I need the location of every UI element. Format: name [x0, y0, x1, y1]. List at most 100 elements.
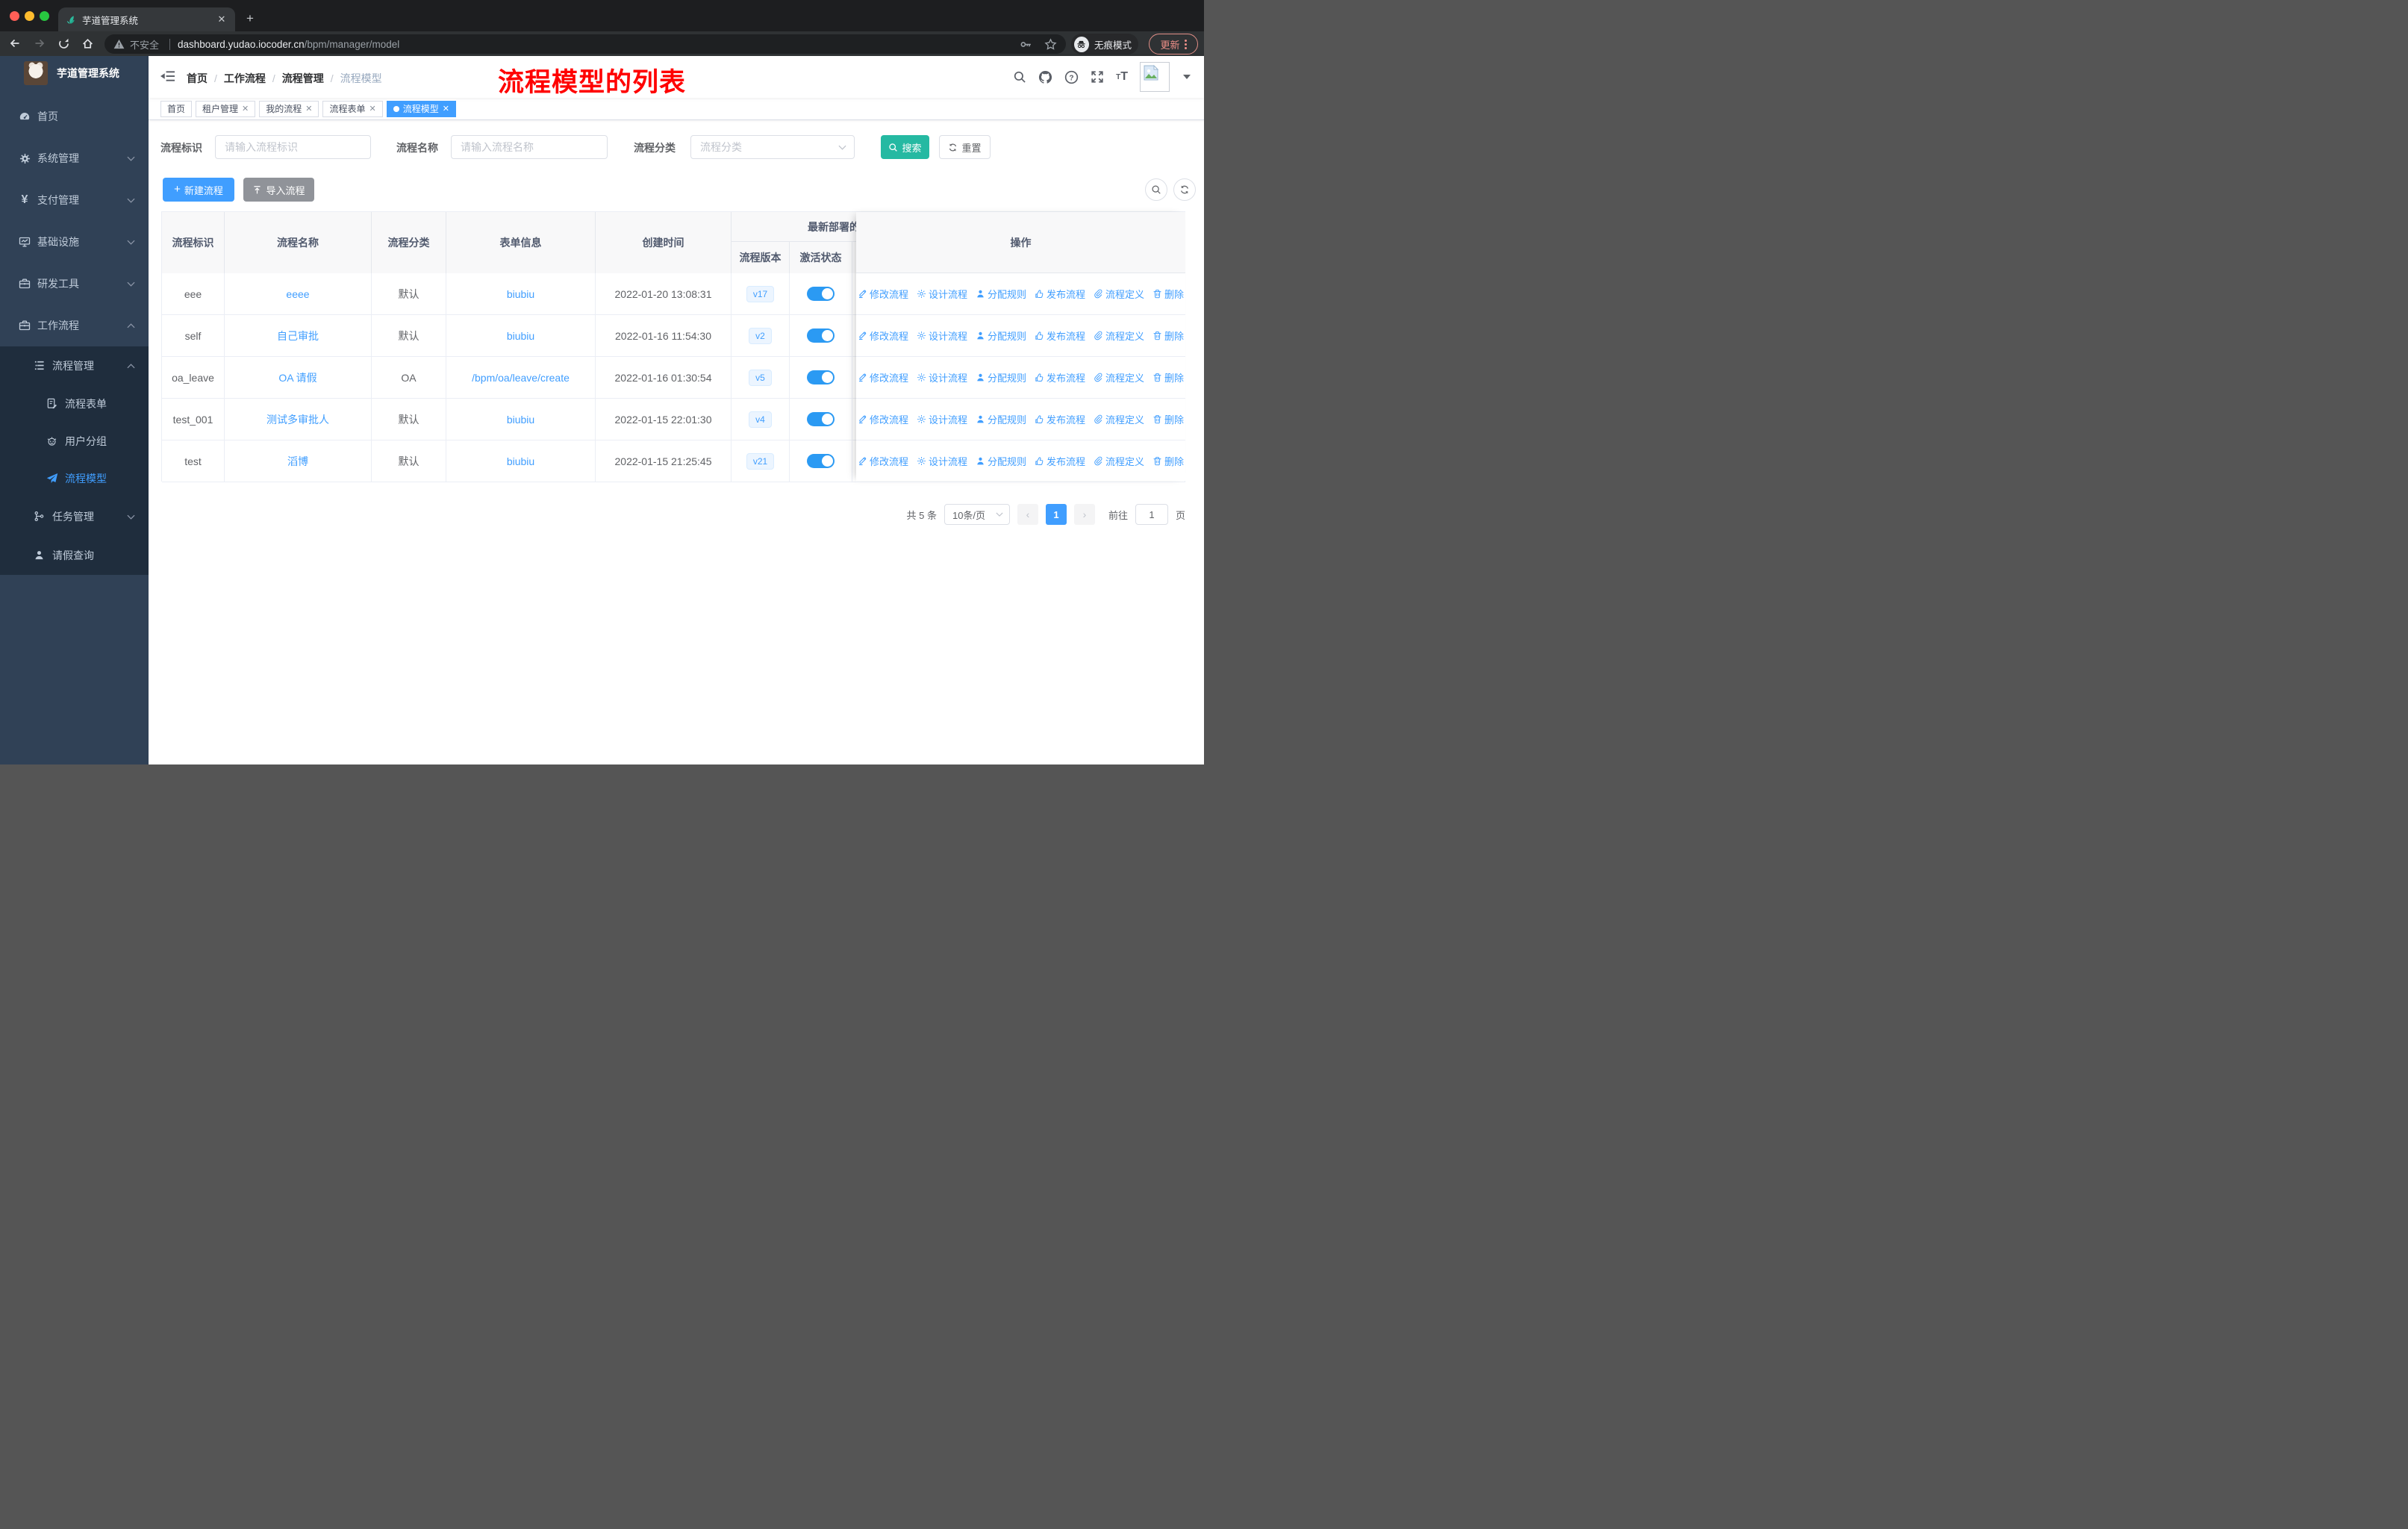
- home-icon[interactable]: [81, 37, 94, 50]
- help-icon[interactable]: ?: [1064, 70, 1079, 84]
- sidebar-item-payment[interactable]: ¥ 支付管理: [0, 179, 149, 221]
- current-page-button[interactable]: 1: [1045, 504, 1067, 525]
- active-toggle[interactable]: [807, 370, 835, 384]
- sidebar-item-leave-query[interactable]: 请假查询: [0, 536, 149, 575]
- tag-process-form[interactable]: 流程表单 ✕: [322, 100, 383, 117]
- version-badge[interactable]: v5: [749, 369, 772, 386]
- breadcrumb-home[interactable]: 首页: [187, 71, 208, 86]
- sidebar-item-process-model[interactable]: 流程模型: [0, 460, 149, 497]
- url-bar[interactable]: 不安全 dashboard.yudao.iocoder.cn/bpm/manag…: [105, 34, 1066, 54]
- goto-page-input[interactable]: [1135, 504, 1168, 525]
- breadcrumb-workflow[interactable]: 工作流程: [224, 71, 266, 86]
- process-name-link[interactable]: 测试多审批人: [266, 412, 329, 427]
- sidebar-toggle-icon[interactable]: [160, 70, 175, 82]
- create-process-button[interactable]: + 新建流程: [163, 178, 234, 202]
- version-badge[interactable]: v4: [749, 411, 772, 428]
- forward-icon[interactable]: [34, 37, 46, 49]
- traffic-light-minimize[interactable]: [25, 11, 34, 21]
- github-icon[interactable]: [1038, 70, 1052, 84]
- import-process-button[interactable]: 导入流程: [243, 178, 314, 202]
- process-key-input[interactable]: [215, 135, 371, 159]
- process-definition-link[interactable]: 流程定义: [1094, 454, 1144, 468]
- design-process-link[interactable]: 设计流程: [917, 328, 967, 343]
- delete-process-link[interactable]: 删除: [1152, 287, 1184, 301]
- assign-rule-link[interactable]: 分配规则: [976, 412, 1026, 426]
- process-name-link[interactable]: 滔博: [287, 454, 308, 469]
- traffic-light-zoom[interactable]: [40, 11, 49, 21]
- publish-process-link[interactable]: 发布流程: [1035, 328, 1085, 343]
- sidebar-item-process-management[interactable]: 流程管理: [0, 346, 149, 385]
- sidebar-item-workflow[interactable]: 工作流程: [0, 305, 149, 346]
- fullscreen-icon[interactable]: [1091, 70, 1104, 84]
- modify-process-link[interactable]: 修改流程: [858, 412, 908, 426]
- search-button[interactable]: 搜索: [881, 135, 929, 159]
- breadcrumb-process-management[interactable]: 流程管理: [282, 71, 324, 86]
- reload-icon[interactable]: [57, 37, 70, 50]
- close-icon[interactable]: ✕: [443, 104, 449, 113]
- traffic-light-close[interactable]: [10, 11, 19, 21]
- form-info-link[interactable]: biubiu: [507, 330, 534, 342]
- reset-button[interactable]: 重置: [939, 135, 991, 159]
- sidebar-item-infrastructure[interactable]: 基础设施: [0, 221, 149, 263]
- tag-process-model[interactable]: 流程模型 ✕: [386, 100, 456, 117]
- process-definition-link[interactable]: 流程定义: [1094, 412, 1144, 426]
- version-badge[interactable]: v17: [746, 285, 775, 302]
- active-toggle[interactable]: [807, 412, 835, 426]
- browser-tab[interactable]: 芋道管理系统 ✕: [58, 7, 235, 31]
- publish-process-link[interactable]: 发布流程: [1035, 412, 1085, 426]
- prev-page-button[interactable]: ‹: [1017, 504, 1038, 525]
- process-name-link[interactable]: 自己审批: [277, 328, 319, 343]
- browser-update-button[interactable]: 更新: [1149, 34, 1198, 55]
- active-toggle[interactable]: [807, 287, 835, 301]
- user-avatar[interactable]: [1140, 62, 1170, 92]
- back-icon[interactable]: [9, 37, 21, 49]
- sidebar-item-user-group[interactable]: 用户分组: [0, 423, 149, 460]
- show-search-button[interactable]: [1145, 178, 1167, 201]
- page-size-select[interactable]: 10条/页: [943, 504, 1010, 525]
- sidebar-item-home[interactable]: 首页: [0, 96, 149, 137]
- publish-process-link[interactable]: 发布流程: [1035, 370, 1085, 384]
- design-process-link[interactable]: 设计流程: [917, 370, 967, 384]
- process-name-link[interactable]: OA 请假: [278, 370, 316, 385]
- next-page-button[interactable]: ›: [1073, 504, 1095, 525]
- sidebar-item-devtools[interactable]: 研发工具: [0, 263, 149, 305]
- sidebar-item-process-form[interactable]: 流程表单: [0, 385, 149, 423]
- delete-process-link[interactable]: 删除: [1152, 454, 1184, 468]
- design-process-link[interactable]: 设计流程: [917, 412, 967, 426]
- security-label[interactable]: 不安全: [130, 37, 159, 52]
- sidebar-item-system[interactable]: 系统管理: [0, 137, 149, 179]
- process-name-link[interactable]: eeee: [286, 288, 309, 300]
- browser-menu-icon[interactable]: [1184, 39, 1187, 49]
- form-info-link[interactable]: /bpm/oa/leave/create: [472, 372, 570, 384]
- close-icon[interactable]: ✕: [305, 104, 312, 113]
- process-definition-link[interactable]: 流程定义: [1094, 287, 1144, 301]
- close-icon[interactable]: ✕: [242, 104, 249, 113]
- assign-rule-link[interactable]: 分配规则: [976, 328, 1026, 343]
- tab-close-icon[interactable]: ✕: [216, 13, 228, 25]
- process-definition-link[interactable]: 流程定义: [1094, 370, 1144, 384]
- tag-home[interactable]: 首页: [160, 100, 193, 117]
- tag-tenant[interactable]: 租户管理 ✕: [196, 100, 256, 117]
- avatar-caret-icon[interactable]: [1183, 75, 1191, 79]
- design-process-link[interactable]: 设计流程: [917, 454, 967, 468]
- modify-process-link[interactable]: 修改流程: [858, 454, 908, 468]
- password-key-icon[interactable]: [1020, 38, 1032, 51]
- active-toggle[interactable]: [807, 454, 835, 468]
- delete-process-link[interactable]: 删除: [1152, 370, 1184, 384]
- active-toggle[interactable]: [807, 328, 835, 343]
- version-badge[interactable]: v2: [749, 327, 772, 344]
- new-tab-button[interactable]: +: [246, 12, 254, 25]
- form-info-link[interactable]: biubiu: [507, 414, 534, 426]
- design-process-link[interactable]: 设计流程: [917, 287, 967, 301]
- modify-process-link[interactable]: 修改流程: [858, 370, 908, 384]
- security-warning-icon[interactable]: [113, 39, 125, 49]
- tag-my-process[interactable]: 我的流程 ✕: [259, 100, 319, 117]
- delete-process-link[interactable]: 删除: [1152, 328, 1184, 343]
- assign-rule-link[interactable]: 分配规则: [976, 287, 1026, 301]
- sidebar-item-task-management[interactable]: 任务管理: [0, 497, 149, 536]
- font-size-icon[interactable]: TT: [1116, 70, 1128, 84]
- close-icon[interactable]: ✕: [369, 104, 376, 113]
- category-select[interactable]: 流程分类: [690, 135, 855, 159]
- header-search-icon[interactable]: [1013, 70, 1026, 84]
- form-info-link[interactable]: biubiu: [507, 455, 534, 467]
